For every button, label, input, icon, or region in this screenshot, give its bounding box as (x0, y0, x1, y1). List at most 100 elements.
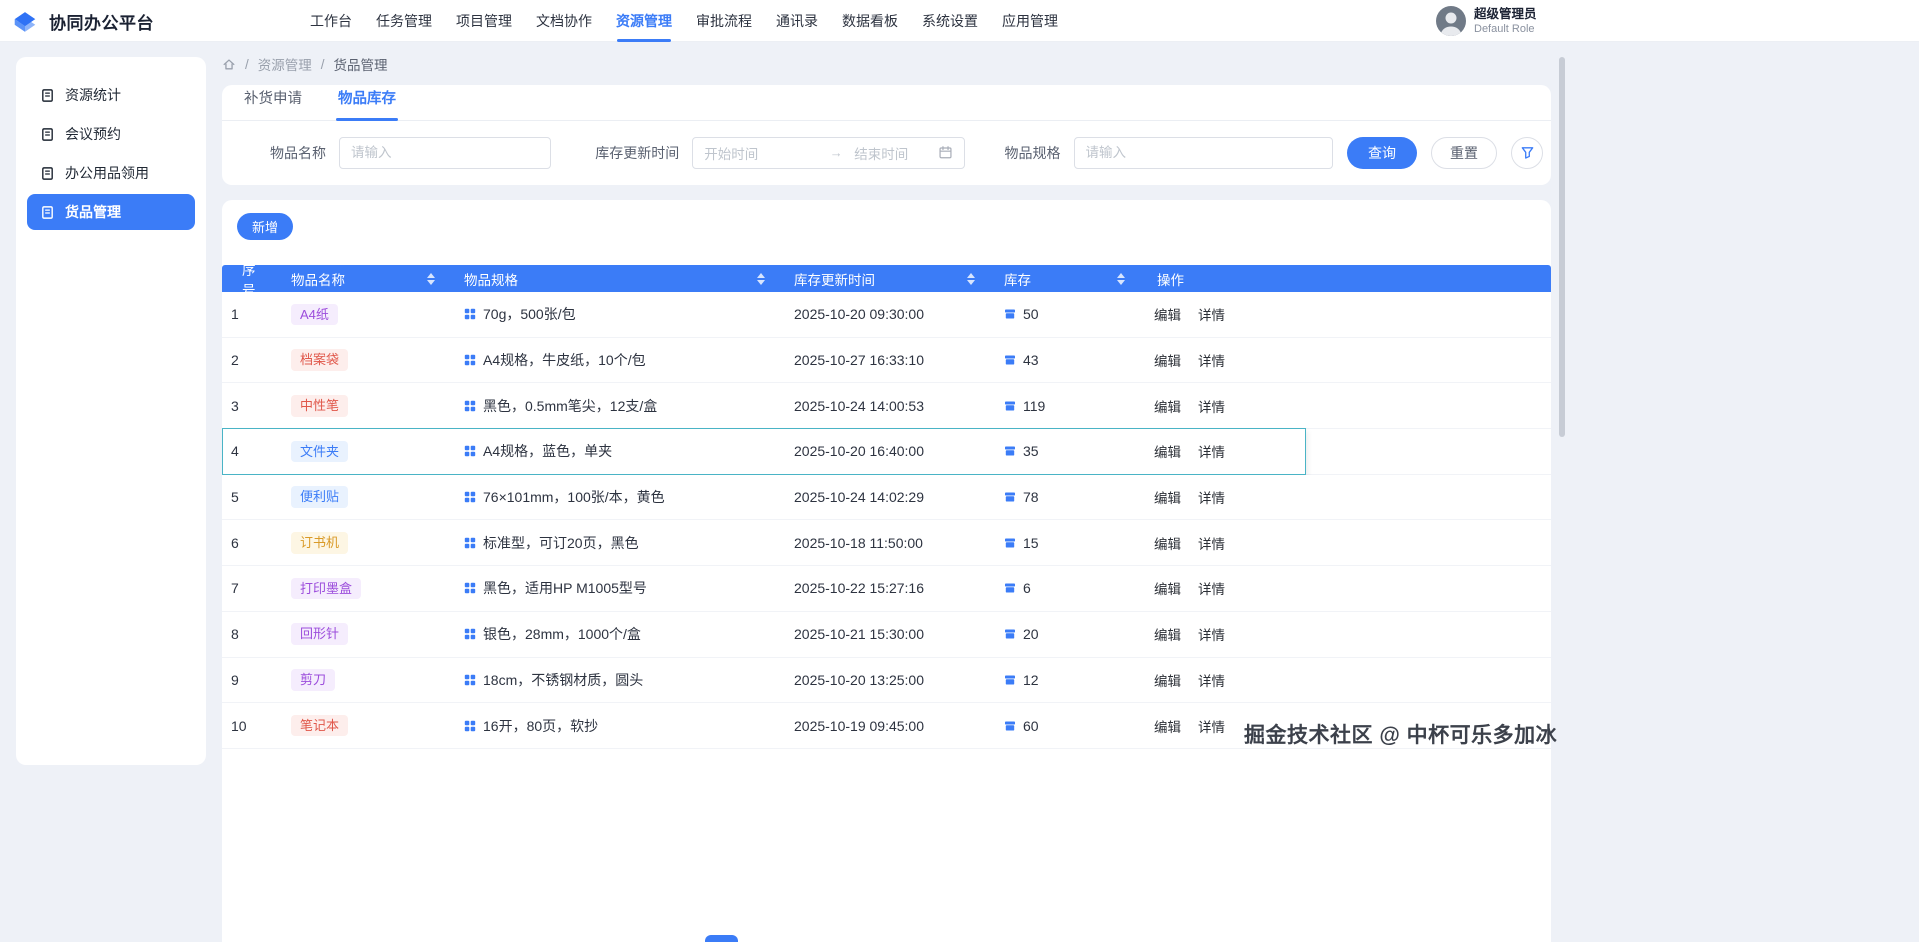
edit-link[interactable]: 编辑 (1154, 716, 1181, 736)
table-row[interactable]: 6 订书机 标准型，可订20页，黑色 2025-10-18 11:50:00 1… (222, 520, 1551, 566)
user-menu[interactable]: 超级管理员 Default Role (1436, 0, 1537, 42)
edit-link[interactable]: 编辑 (1154, 441, 1181, 461)
table-row[interactable]: 5 便利贴 76×101mm，100张/本，黄色 2025-10-24 14:0… (222, 475, 1551, 521)
grid-icon (464, 720, 476, 732)
stock-time: 2025-10-24 14:02:29 (785, 489, 995, 505)
date-range-picker[interactable]: 开始时间 → 结束时间 (692, 137, 964, 169)
nav-item-tasks[interactable]: 任务管理 (376, 0, 432, 42)
breadcrumb-separator: / (245, 57, 249, 72)
stock-time: 2025-10-27 16:33:10 (785, 352, 995, 368)
grid-icon (464, 491, 476, 503)
breadcrumb-current: 货品管理 (334, 54, 388, 74)
box-icon (1004, 400, 1016, 412)
add-button[interactable]: 新增 (237, 213, 293, 240)
detail-link[interactable]: 详情 (1198, 716, 1225, 736)
table-row[interactable]: 9 剪刀 18cm，不锈钢材质，圆头 2025-10-20 13:25:00 1… (222, 658, 1551, 704)
nav-item-docs[interactable]: 文档协作 (536, 0, 592, 42)
sidebar-item-label: 货品管理 (65, 202, 121, 222)
edit-link[interactable]: 编辑 (1154, 350, 1181, 370)
item-name-tag: 文件夹 (291, 441, 348, 463)
user-role: Default Role (1474, 22, 1537, 36)
table-row[interactable]: 3 中性笔 黑色，0.5mm笔尖，12支/盒 2025-10-24 14:00:… (222, 383, 1551, 429)
nav-item-approvals[interactable]: 审批流程 (696, 0, 752, 42)
item-spec-input[interactable] (1074, 137, 1334, 169)
nav-item-projects[interactable]: 项目管理 (456, 0, 512, 42)
sidebar-item-supplies[interactable]: 办公用品领用 (27, 155, 195, 191)
nav-item-workbench[interactable]: 工作台 (310, 0, 352, 42)
nav-item-settings[interactable]: 系统设置 (922, 0, 978, 42)
user-avatar (1436, 6, 1466, 36)
table-row[interactable]: 7 打印墨盒 黑色，适用HP M1005型号 2025-10-22 15:27:… (222, 566, 1551, 612)
table-row[interactable]: 8 回形针 银色，28mm，1000个/盒 2025-10-21 15:30:0… (222, 612, 1551, 658)
search-button[interactable]: 查询 (1347, 137, 1417, 169)
detail-link[interactable]: 详情 (1198, 487, 1225, 507)
item-spec: A4规格，蓝色，单夹 (483, 441, 612, 461)
edit-link[interactable]: 编辑 (1154, 670, 1181, 690)
detail-link[interactable]: 详情 (1198, 304, 1225, 324)
header-stock-time: 库存更新时间 (794, 269, 875, 289)
grid-icon (464, 628, 476, 640)
row-index: 3 (222, 398, 282, 414)
brand[interactable]: 协同办公平台 (10, 0, 154, 42)
edit-link[interactable]: 编辑 (1154, 396, 1181, 416)
edit-link[interactable]: 编辑 (1154, 578, 1181, 598)
sort-icon[interactable] (967, 273, 975, 285)
detail-link[interactable]: 详情 (1198, 533, 1225, 553)
tab-restock-request[interactable]: 补货申请 (244, 87, 302, 120)
detail-link[interactable]: 详情 (1198, 350, 1225, 370)
grid-icon (464, 445, 476, 457)
nav-item-dashboard[interactable]: 数据看板 (842, 0, 898, 42)
stock-value: 35 (1023, 443, 1039, 459)
sort-icon[interactable] (1117, 273, 1125, 285)
box-icon (1004, 628, 1016, 640)
sort-icon[interactable] (757, 273, 765, 285)
edit-link[interactable]: 编辑 (1154, 624, 1181, 644)
nav-item-resources[interactable]: 资源管理 (616, 0, 672, 42)
item-name-input[interactable] (339, 137, 551, 169)
calendar-icon (938, 145, 953, 160)
detail-link[interactable]: 详情 (1198, 670, 1225, 690)
sidebar-item-resource-stats[interactable]: 资源统计 (27, 77, 195, 113)
item-name-tag: 便利贴 (291, 486, 348, 508)
sidebar-item-goods-management[interactable]: 货品管理 (27, 194, 195, 230)
watermark: 掘金技术社区 @ 中杯可乐多加冰 (1244, 719, 1557, 749)
header-item-name: 物品名称 (291, 269, 345, 289)
stock-time: 2025-10-19 09:45:00 (785, 718, 995, 734)
edit-link[interactable]: 编辑 (1154, 533, 1181, 553)
scrollbar-thumb[interactable] (1559, 57, 1565, 437)
detail-link[interactable]: 详情 (1198, 624, 1225, 644)
edit-link[interactable]: 编辑 (1154, 304, 1181, 324)
item-spec: 70g，500张/包 (483, 304, 576, 324)
edit-link[interactable]: 编辑 (1154, 487, 1181, 507)
sort-icon[interactable] (427, 273, 435, 285)
detail-link[interactable]: 详情 (1198, 441, 1225, 461)
table-row[interactable]: 1 A4纸 70g，500张/包 2025-10-20 09:30:00 50 … (222, 292, 1551, 338)
grid-icon (464, 674, 476, 686)
grid-icon (464, 400, 476, 412)
stock-value: 50 (1023, 306, 1039, 322)
breadcrumb-parent[interactable]: 资源管理 (258, 54, 312, 74)
detail-link[interactable]: 详情 (1198, 578, 1225, 598)
main-content: / 资源管理 / 货品管理 补货申请 物品库存 物品名称 库存更新时间 开始时间… (222, 52, 1551, 942)
nav-item-contacts[interactable]: 通讯录 (776, 0, 818, 42)
sidebar-item-label: 会议预约 (65, 124, 121, 144)
table-row[interactable]: 2 档案袋 A4规格，牛皮纸，10个/包 2025-10-27 16:33:10… (222, 338, 1551, 384)
home-icon[interactable] (222, 57, 236, 71)
item-spec: 18cm，不锈钢材质，圆头 (483, 670, 643, 690)
top-navbar: 协同办公平台 工作台 任务管理 项目管理 文档协作 资源管理 审批流程 通讯录 … (0, 0, 1919, 42)
table-row-selected[interactable]: 4 文件夹 A4规格，蓝色，单夹 2025-10-20 16:40:00 35 … (222, 429, 1551, 475)
reset-button[interactable]: 重置 (1431, 137, 1497, 169)
start-time-placeholder[interactable]: 开始时间 (704, 143, 822, 163)
tab-item-inventory[interactable]: 物品库存 (338, 87, 396, 120)
end-time-placeholder[interactable]: 结束时间 (850, 143, 932, 163)
detail-link[interactable]: 详情 (1198, 396, 1225, 416)
box-icon (1004, 491, 1016, 503)
box-icon (1004, 582, 1016, 594)
nav-item-apps[interactable]: 应用管理 (1002, 0, 1058, 42)
pagination-active-page[interactable] (705, 935, 738, 942)
sidebar-item-label: 资源统计 (65, 85, 121, 105)
funnel-icon (1520, 145, 1535, 160)
stock-time: 2025-10-20 09:30:00 (785, 306, 995, 322)
filter-toggle-button[interactable] (1511, 137, 1543, 169)
sidebar-item-meeting-booking[interactable]: 会议预约 (27, 116, 195, 152)
